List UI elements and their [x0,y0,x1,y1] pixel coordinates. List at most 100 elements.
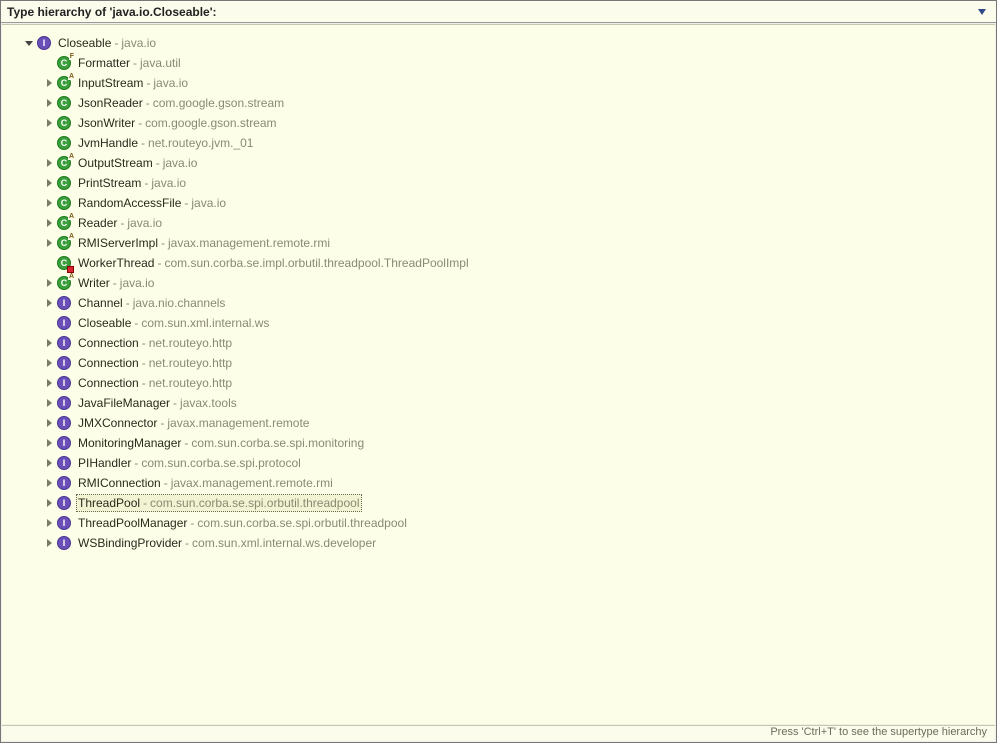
package-name: java.io [121,36,156,50]
tree-node[interactable]: IConnection-net.routeyo.http [2,353,995,373]
tree-node[interactable]: CARMIServerImpl-javax.management.remote.… [2,233,995,253]
expand-arrow[interactable] [42,536,56,550]
expand-arrow[interactable] [42,496,56,510]
expand-arrow [42,56,56,70]
expand-arrow[interactable] [42,236,56,250]
class-icon: C [56,255,72,271]
interface-icon: I [56,515,72,531]
expand-arrow[interactable] [42,356,56,370]
package-name: net.routeyo.http [149,356,232,370]
tree-node[interactable]: IJavaFileManager-javax.tools [2,393,995,413]
tree-node[interactable]: IConnection-net.routeyo.http [2,333,995,353]
type-name: Connection [78,356,139,370]
tree-node[interactable]: IConnection-net.routeyo.http [2,373,995,393]
tree-node[interactable]: CAReader-java.io [2,213,995,233]
interface-icon: I [56,335,72,351]
package-name: com.sun.corba.se.spi.orbutil.threadpool [197,516,406,530]
expand-arrow[interactable] [42,476,56,490]
tree-node-label: JvmHandle-net.routeyo.jvm._01 [76,134,255,152]
type-name: Writer [78,276,110,290]
type-hierarchy-tree[interactable]: ICloseable-java.ioCFFormatter-java.utilC… [2,24,995,724]
tree-node[interactable]: CJvmHandle-net.routeyo.jvm._01 [2,133,995,153]
tree-node[interactable]: IJMXConnector-javax.management.remote [2,413,995,433]
expand-arrow[interactable] [42,76,56,90]
tree-node-label: ThreadPool-com.sun.corba.se.spi.orbutil.… [76,494,362,512]
modifier-badge: A [68,233,75,240]
expand-arrow[interactable] [42,336,56,350]
tree-node[interactable]: CWorkerThread-com.sun.corba.se.impl.orbu… [2,253,995,273]
expand-arrow[interactable] [42,216,56,230]
package-name: javax.management.remote.rmi [168,236,330,250]
package-name: java.io [127,216,162,230]
expand-arrow[interactable] [42,456,56,470]
error-badge [67,266,74,273]
tree-node[interactable]: IThreadPool-com.sun.corba.se.spi.orbutil… [2,493,995,513]
tree-node-label: WorkerThread-com.sun.corba.se.impl.orbut… [76,254,471,272]
expand-arrow[interactable] [42,376,56,390]
package-name: com.sun.xml.internal.ws.developer [192,536,376,550]
tree-node[interactable]: IRMIConnection-javax.management.remote.r… [2,473,995,493]
type-name: JvmHandle [78,136,138,150]
modifier-badge: A [68,153,75,160]
expand-arrow[interactable] [22,36,36,50]
expand-arrow[interactable] [42,156,56,170]
expand-arrow[interactable] [42,416,56,430]
interface-icon: I [36,35,52,51]
expand-arrow[interactable] [42,396,56,410]
tree-node[interactable]: IChannel-java.nio.channels [2,293,995,313]
interface-icon: I [56,475,72,491]
package-name: java.io [151,176,186,190]
type-name: RMIConnection [78,476,161,490]
type-name: ThreadPool [78,496,140,510]
expand-arrow[interactable] [42,516,56,530]
tree-node[interactable]: CRandomAccessFile-java.io [2,193,995,213]
package-name: java.io [163,156,198,170]
panel-title: Type hierarchy of 'java.io.Closeable': [7,5,217,19]
tree-node[interactable]: CJsonReader-com.google.gson.stream [2,93,995,113]
type-name: RandomAccessFile [78,196,181,210]
class-icon: C [56,95,72,111]
tree-node[interactable]: CPrintStream-java.io [2,173,995,193]
tree-node[interactable]: CAInputStream-java.io [2,73,995,93]
tree-node-label: PrintStream-java.io [76,174,188,192]
type-name: PrintStream [78,176,141,190]
package-name: java.io [120,276,155,290]
expand-arrow[interactable] [42,96,56,110]
type-name: JsonReader [78,96,143,110]
expand-arrow[interactable] [42,176,56,190]
expand-arrow[interactable] [42,276,56,290]
class-icon: CA [56,75,72,91]
type-name: JavaFileManager [78,396,170,410]
expand-arrow[interactable] [42,196,56,210]
tree-node[interactable]: CFFormatter-java.util [2,53,995,73]
package-name: java.util [140,56,181,70]
tree-node-label: Writer-java.io [76,274,156,292]
tree-node-label: RandomAccessFile-java.io [76,194,228,212]
class-icon: CA [56,215,72,231]
interface-icon: I [56,455,72,471]
tree-node[interactable]: IPIHandler-com.sun.corba.se.spi.protocol [2,453,995,473]
tree-node[interactable]: CAOutputStream-java.io [2,153,995,173]
tree-node[interactable]: IThreadPoolManager-com.sun.corba.se.spi.… [2,513,995,533]
view-menu-dropdown-icon[interactable] [978,9,986,15]
tree-node[interactable]: CJsonWriter-com.google.gson.stream [2,113,995,133]
interface-icon: I [56,415,72,431]
modifier-badge: A [68,213,75,220]
expand-arrow[interactable] [42,296,56,310]
expand-arrow[interactable] [42,436,56,450]
expand-arrow[interactable] [42,116,56,130]
class-icon: C [56,135,72,151]
type-name: WSBindingProvider [78,536,182,550]
tree-node[interactable]: ICloseable-com.sun.xml.internal.ws [2,313,995,333]
tree-node-label: RMIServerImpl-javax.management.remote.rm… [76,234,332,252]
tree-node[interactable]: IWSBindingProvider-com.sun.xml.internal.… [2,533,995,553]
tree-node[interactable]: ICloseable-java.io [2,33,995,53]
tree-node-label: Reader-java.io [76,214,164,232]
tree-node[interactable]: CAWriter-java.io [2,273,995,293]
tree-node[interactable]: IMonitoringManager-com.sun.corba.se.spi.… [2,433,995,453]
package-name: com.google.gson.stream [145,116,276,130]
tree-node-label: Closeable-com.sun.xml.internal.ws [76,314,271,332]
package-name: java.io [153,76,188,90]
expand-arrow [42,256,56,270]
type-name: ThreadPoolManager [78,516,187,530]
